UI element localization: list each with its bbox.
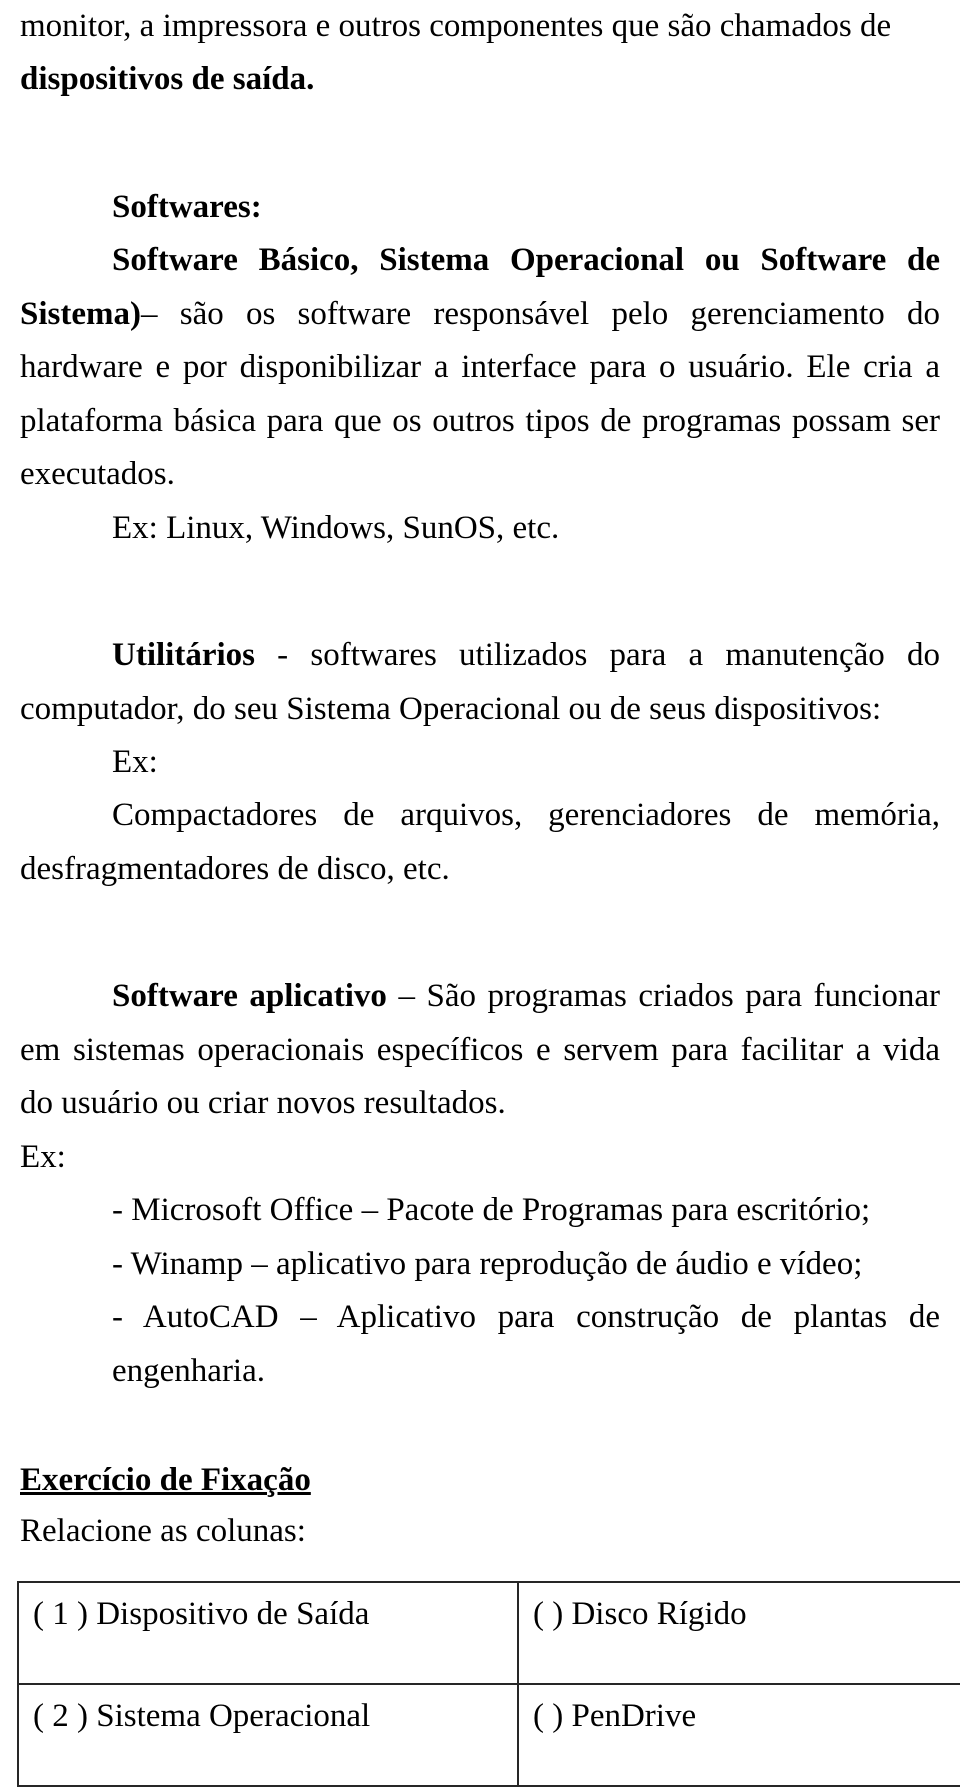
sistema-operacional-paragraph: Software Básico, Sistema Operacional ou … bbox=[20, 234, 940, 501]
exercise-instruction-text: Relacione as colunas: bbox=[20, 1513, 306, 1550]
software-aplicativo-paragraph: Software aplicativo – São programas cria… bbox=[20, 970, 940, 1130]
exercise-table-body: ( 1 ) Dispositivo de Saída ( ) Disco Ríg… bbox=[17, 1580, 960, 1787]
utilitarios-paragraph: Utilitários - softwares utilizados para … bbox=[20, 629, 940, 736]
software-aplicativo-example-label-text: Ex: bbox=[20, 1138, 66, 1175]
table-cell-right[interactable]: ( ) PenDrive bbox=[517, 1682, 960, 1787]
list-item-text: - Microsoft Office – Pacote de Programas… bbox=[112, 1192, 871, 1229]
intro-bold-end-text: dispositivos de saída. bbox=[20, 61, 315, 98]
intro-bold-end-paragraph: dispositivos de saída. bbox=[20, 53, 940, 106]
utilitarios-bold-lead: Utilitários bbox=[112, 637, 255, 674]
softwares-heading: Softwares: bbox=[20, 181, 940, 234]
utilitarios-example-label-text: Ex: bbox=[112, 743, 158, 780]
exercise-title: Exercício de Fixação bbox=[20, 1456, 940, 1506]
exercise-title-text: Exercício de Fixação bbox=[20, 1461, 311, 1498]
table-row: ( 1 ) Dispositivo de Saída ( ) Disco Ríg… bbox=[17, 1580, 960, 1685]
table-cell-right[interactable]: ( ) Disco Rígido bbox=[517, 1580, 960, 1685]
software-aplicativo-example-label: Ex: bbox=[20, 1131, 940, 1184]
spacer-before-aplicativo bbox=[20, 896, 940, 970]
table-row: ( 2 ) Sistema Operacional ( ) PenDrive bbox=[17, 1682, 960, 1787]
utilitarios-example-label: Ex: bbox=[20, 736, 940, 789]
list-item: - AutoCAD – Aplicativo para construção d… bbox=[20, 1291, 940, 1398]
exercise-instruction: Relacione as colunas: bbox=[20, 1505, 940, 1558]
utilitarios-examples-paragraph: Compactadores de arquivos, gerenciadores… bbox=[20, 789, 940, 896]
list-item-text: - AutoCAD – Aplicativo para construção d… bbox=[112, 1299, 940, 1389]
spacer-after-intro bbox=[20, 107, 940, 181]
table-cell-left[interactable]: ( 2 ) Sistema Operacional bbox=[17, 1682, 519, 1787]
software-aplicativo-bold-lead: Software aplicativo bbox=[112, 978, 387, 1015]
spacer-before-utilitarios bbox=[20, 555, 940, 629]
list-item: - Winamp – aplicativo para reprodução de… bbox=[20, 1238, 940, 1291]
document-page: monitor, a impressora e outros component… bbox=[0, 0, 960, 1787]
sistema-operacional-body-text: – são os software responsável pelo geren… bbox=[20, 295, 940, 493]
softwares-heading-text: Softwares: bbox=[112, 188, 262, 225]
sistema-operacional-example: Ex: Linux, Windows, SunOS, etc. bbox=[20, 502, 940, 555]
exercise-matching-table: ( 1 ) Dispositivo de Saída ( ) Disco Ríg… bbox=[17, 1580, 960, 1787]
intro-continuation-text: monitor, a impressora e outros component… bbox=[20, 8, 892, 44]
list-item: - Microsoft Office – Pacote de Programas… bbox=[20, 1184, 940, 1237]
list-item-text: - Winamp – aplicativo para reprodução de… bbox=[112, 1245, 863, 1282]
spacer-before-exercise bbox=[20, 1398, 940, 1456]
table-cell-left[interactable]: ( 1 ) Dispositivo de Saída bbox=[17, 1580, 519, 1685]
sistema-operacional-example-text: Ex: Linux, Windows, SunOS, etc. bbox=[112, 509, 560, 546]
utilitarios-examples-text: Compactadores de arquivos, gerenciadores… bbox=[20, 797, 940, 887]
intro-continuation-paragraph: monitor, a impressora e outros component… bbox=[20, 0, 940, 53]
